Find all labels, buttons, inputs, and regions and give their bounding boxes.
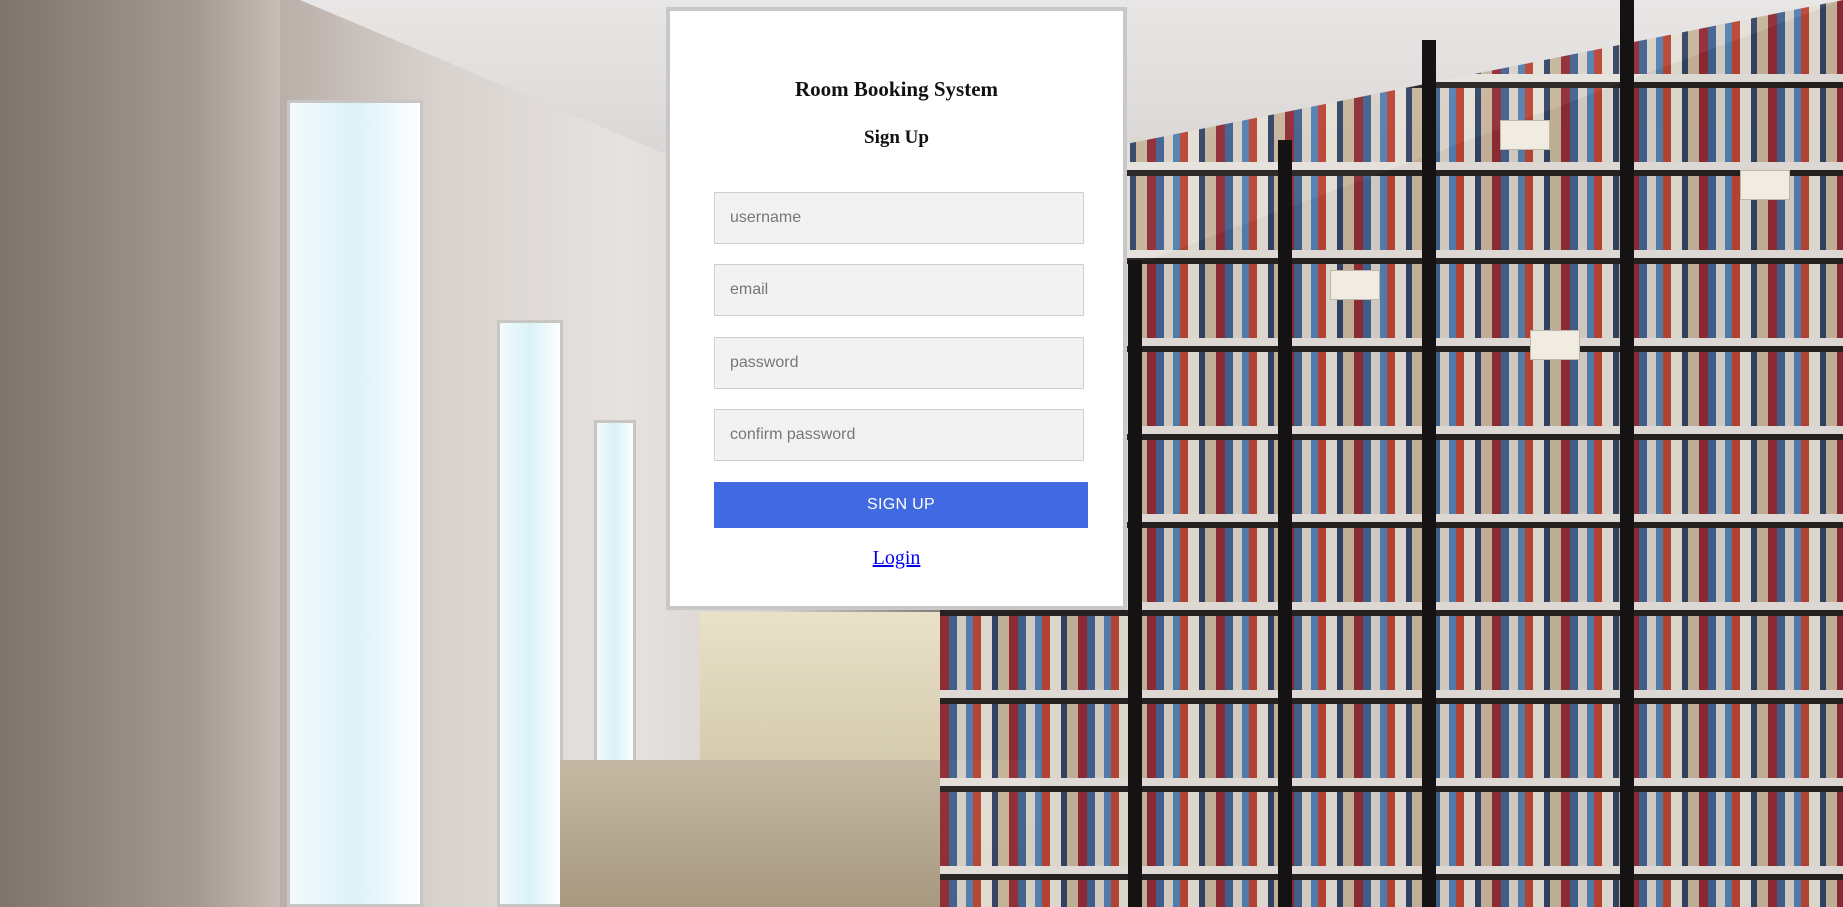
background-shelf-post (1620, 0, 1634, 907)
background-shelf-label (1500, 120, 1550, 150)
background-wall (0, 0, 280, 907)
background-shelf-label (1530, 330, 1580, 360)
confirm-password-field[interactable] (714, 409, 1084, 461)
background-shelf-post (1422, 40, 1436, 907)
signup-button[interactable]: SIGN UP (714, 482, 1088, 528)
username-field[interactable] (714, 192, 1084, 244)
background-shelf-post (1128, 260, 1142, 907)
password-field[interactable] (714, 337, 1084, 389)
background-shelf-label (1330, 270, 1380, 300)
background-shelf-label (1740, 170, 1790, 200)
signup-card: Room Booking System Sign Up SIGN UP Logi… (666, 7, 1127, 610)
app-title: Room Booking System (794, 77, 999, 101)
email-field[interactable] (714, 264, 1084, 316)
form-title: Sign Up (864, 127, 929, 148)
background-shelf-post (1278, 140, 1292, 907)
background-window (497, 320, 563, 907)
background-window (287, 100, 423, 907)
login-link-container: Login (670, 547, 1123, 570)
login-link[interactable]: Login (873, 547, 921, 569)
